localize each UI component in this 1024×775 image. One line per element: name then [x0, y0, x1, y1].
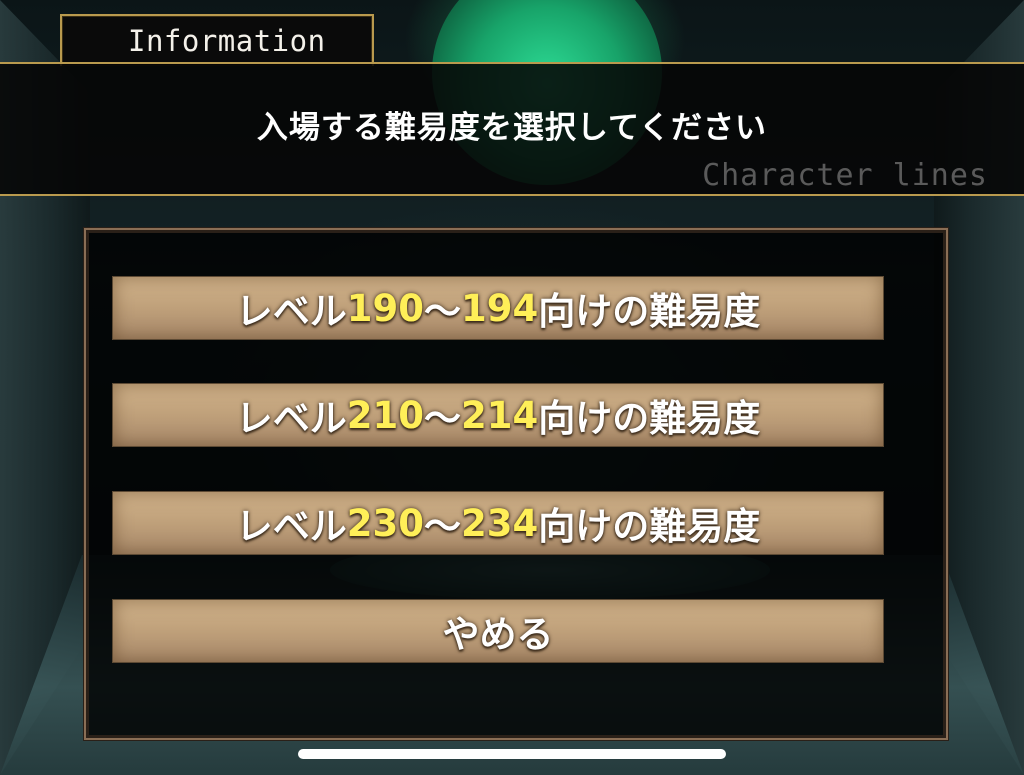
home-indicator[interactable] — [298, 749, 726, 759]
difficulty-option-2[interactable]: レベル 210 〜 214 向けの難易度 — [112, 383, 884, 447]
info-message-bar: 入場する難易度を選択してください Character lines — [0, 62, 1024, 196]
option-range-end: 194 — [461, 286, 539, 330]
info-message: 入場する難易度を選択してください — [256, 110, 768, 146]
option-prefix: レベル — [235, 397, 347, 440]
option-prefix: レベル — [235, 290, 347, 333]
character-lines-caption: Character lines — [702, 158, 988, 193]
cancel-button[interactable]: やめる — [112, 599, 884, 663]
option-separator: 〜 — [424, 397, 461, 440]
option-suffix: 向けの難易度 — [538, 290, 761, 333]
option-prefix: レベル — [235, 505, 347, 548]
difficulty-option-3[interactable]: レベル 230 〜 234 向けの難易度 — [112, 491, 884, 555]
difficulty-dialog: レベル 190 〜 194 向けの難易度 レベル 210 〜 214 向けの難易度 レベル 230… — [84, 228, 948, 740]
option-range-end: 234 — [461, 501, 539, 545]
info-tab: Information — [60, 14, 374, 66]
option-range-start: 230 — [346, 501, 424, 545]
option-suffix: 向けの難易度 — [538, 397, 761, 440]
option-range-end: 214 — [461, 393, 539, 437]
option-suffix: 向けの難易度 — [538, 505, 761, 548]
option-range-start: 190 — [346, 286, 424, 330]
difficulty-option-1[interactable]: レベル 190 〜 194 向けの難易度 — [112, 276, 884, 340]
option-range-start: 210 — [346, 393, 424, 437]
option-separator: 〜 — [424, 290, 461, 333]
option-separator: 〜 — [424, 505, 461, 548]
info-tab-title: Information — [128, 24, 326, 58]
cancel-label: やめる — [442, 613, 554, 656]
